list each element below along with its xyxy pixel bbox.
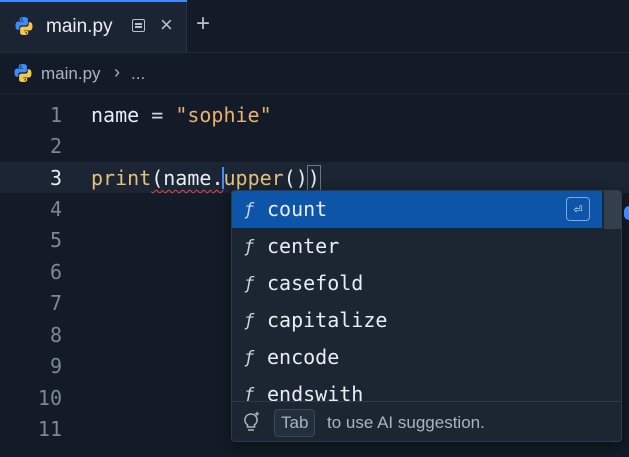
tab-bar: main.py × +: [0, 0, 629, 53]
active-tab-indicator: [0, 0, 187, 2]
function-icon: ƒ: [244, 348, 255, 368]
method-token: upper: [223, 166, 284, 190]
suggest-item-capitalize[interactable]: ƒ capitalize: [232, 302, 602, 339]
function-icon: ƒ: [244, 311, 255, 331]
line-number: 8: [49, 323, 62, 347]
line-number: 7: [49, 291, 62, 315]
line-content: name = "sophie": [91, 103, 272, 127]
breadcrumb-file[interactable]: main.py: [41, 64, 101, 84]
suggest-item-count[interactable]: ƒ count ⏎: [232, 191, 602, 228]
ai-suggestion-hint: Tab to use AI suggestion.: [232, 401, 621, 441]
close-icon[interactable]: ×: [160, 14, 173, 36]
line-number: 9: [49, 354, 62, 378]
plus-icon[interactable]: +: [196, 12, 210, 36]
bracket-match: ): [306, 165, 321, 191]
line-number: 1: [49, 103, 62, 127]
python-icon: [15, 17, 33, 35]
suggest-widget: ƒ count ⏎ ƒ center ƒ casefold ƒ capitali…: [231, 190, 622, 442]
code-line[interactable]: 1 name = "sophie": [0, 99, 629, 130]
operator-token: =: [151, 103, 164, 127]
line-content: print(name.upper()): [91, 165, 321, 191]
suggest-item-label: capitalize: [267, 308, 388, 332]
suggest-item-label: endswith: [267, 382, 364, 401]
suggest-item-casefold[interactable]: ƒ casefold: [232, 265, 602, 302]
tab-key-hint: Tab: [274, 409, 316, 437]
function-icon: ƒ: [244, 385, 255, 401]
suggest-scrollbar[interactable]: [604, 191, 621, 229]
function-icon: ƒ: [244, 200, 255, 220]
suggest-item-label: center: [267, 234, 340, 258]
suggest-list[interactable]: ƒ count ⏎ ƒ center ƒ casefold ƒ capitali…: [232, 191, 621, 401]
paren-token: ): [295, 166, 308, 190]
breadcrumb: main.py › ...: [0, 53, 629, 94]
string-token: "sophie": [175, 103, 272, 127]
line-number: 2: [49, 134, 62, 158]
suggest-item-encode[interactable]: ƒ encode: [232, 339, 602, 376]
suggest-item-label: casefold: [267, 271, 364, 295]
paren-token: (: [283, 166, 296, 190]
code-line[interactable]: 2: [0, 130, 629, 161]
python-icon: [14, 64, 32, 82]
suggest-item-label: encode: [267, 345, 340, 369]
line-number: 6: [49, 260, 62, 284]
suggest-item-center[interactable]: ƒ center: [232, 228, 602, 265]
error-squiggle: (name.: [151, 166, 223, 190]
scroll-indicator: [624, 206, 629, 220]
open-preview-icon[interactable]: [132, 19, 145, 32]
line-number: 10: [37, 386, 62, 410]
chevron-right-icon: ›: [114, 62, 120, 82]
function-icon: ƒ: [244, 274, 255, 294]
ai-hint-text: to use AI suggestion.: [327, 413, 485, 432]
function-icon: ƒ: [244, 237, 255, 257]
line-number: 3: [49, 166, 62, 190]
code-line-current[interactable]: 3 print(name.upper()): [0, 162, 629, 193]
line-number: 11: [37, 417, 62, 441]
function-token: print: [91, 166, 152, 190]
line-number: 5: [49, 228, 62, 252]
breadcrumb-symbols[interactable]: ...: [131, 64, 145, 84]
line-number: 4: [49, 197, 62, 221]
variable-token: name: [91, 103, 140, 127]
enter-key-icon: ⏎: [566, 197, 590, 221]
sparkle-lightbulb-icon: [244, 411, 260, 431]
suggest-item-endswith[interactable]: ƒ endswith: [232, 376, 602, 401]
paren-token: (: [151, 166, 164, 190]
suggest-item-label: count: [267, 197, 328, 221]
tab-title: main.py: [46, 16, 113, 37]
variable-token: name: [163, 166, 212, 190]
tab-main-py[interactable]: main.py ×: [0, 0, 187, 52]
